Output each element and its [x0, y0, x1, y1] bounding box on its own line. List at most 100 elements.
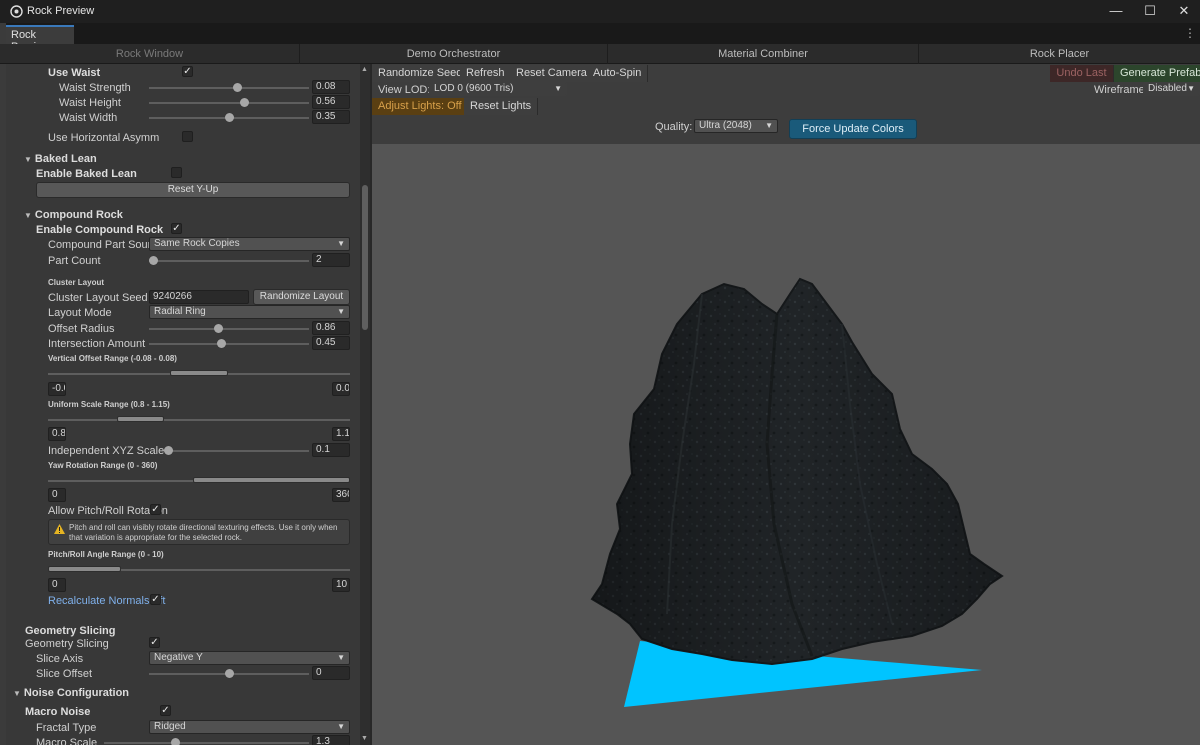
scrollbar-thumb[interactable] — [362, 185, 368, 330]
chevron-down-icon: ▼ — [337, 722, 345, 731]
slice-axis-dropdown[interactable]: Negative Y ▼ — [149, 651, 350, 665]
yaw-range-max-field[interactable]: 360 — [332, 488, 350, 502]
independent-xyz-field[interactable]: 0.1 — [312, 443, 350, 457]
offset-radius-field[interactable]: 0.86 — [312, 321, 350, 335]
reset-camera-button[interactable]: Reset Camera — [510, 65, 594, 82]
settings-panel: Use Waist ✓ Waist Strength 0.08 Waist He… — [6, 64, 370, 745]
chevron-down-icon: ▼ — [1187, 84, 1195, 93]
enable-compound-checkbox[interactable]: ✓ — [171, 223, 182, 234]
baked-lean-header[interactable]: ▼ Baked Lean — [24, 153, 97, 165]
slice-offset-field[interactable]: 0 — [312, 666, 350, 680]
waist-strength-knob[interactable] — [233, 83, 242, 92]
yaw-range-handle[interactable] — [193, 477, 350, 483]
use-waist-checkbox[interactable]: ✓ — [182, 66, 193, 77]
generate-prefab-button[interactable]: Generate Prefab — [1114, 65, 1200, 82]
uniform-range-handle[interactable] — [117, 416, 164, 422]
pitch-help-text: Pitch and roll can visibly rotate direct… — [69, 523, 338, 542]
macro-noise-checkbox[interactable]: ✓ — [160, 705, 171, 716]
use-waist-label: Use Waist — [48, 67, 101, 79]
vertical-range-max-field[interactable]: 0.08 — [332, 382, 350, 396]
recalc-normals-label: Recalculate Normals Aft — [48, 595, 166, 607]
tab-rock-placer[interactable]: Rock Placer — [919, 44, 1200, 64]
allow-pitch-checkbox[interactable]: ✓ — [150, 504, 161, 515]
vertical-range-handle[interactable] — [170, 370, 228, 376]
uniform-range-min-field[interactable]: 0.8 — [48, 427, 66, 441]
noise-config-header[interactable]: ▼ Noise Configuration — [13, 687, 129, 699]
waist-height-label: Waist Height — [59, 97, 121, 109]
macro-scale-field[interactable]: 1.3 — [312, 735, 350, 745]
offset-radius-knob[interactable] — [214, 324, 223, 333]
tab-menu-icon[interactable]: ⋮ — [1184, 26, 1196, 40]
waist-strength-field[interactable]: 0.08 — [312, 80, 350, 94]
compound-source-dropdown[interactable]: Same Rock Copies ▼ — [149, 237, 350, 251]
part-count-knob[interactable] — [149, 256, 158, 265]
yaw-range-min-field[interactable]: 0 — [48, 488, 66, 502]
offset-radius-track — [149, 328, 309, 330]
pitch-range-min-field[interactable]: 0 — [48, 578, 66, 592]
title-bar: Rock Preview — ☐ ✕ — [0, 0, 1200, 23]
chevron-down-icon: ▼ — [337, 653, 345, 662]
tab-rock-window[interactable]: Rock Window — [0, 44, 300, 64]
geometry-slicing-checkbox[interactable]: ✓ — [149, 637, 160, 648]
slice-offset-knob[interactable] — [225, 669, 234, 678]
quality-label: Quality: — [655, 121, 693, 133]
force-update-colors-button[interactable]: Force Update Colors — [789, 119, 917, 139]
enable-baked-lean-label: Enable Baked Lean — [36, 168, 137, 180]
maximize-button[interactable]: ☐ — [1132, 0, 1168, 23]
layout-mode-label: Layout Mode — [48, 307, 112, 319]
fractal-type-dropdown[interactable]: Ridged ▼ — [149, 720, 350, 734]
chevron-down-icon: ▼ — [337, 239, 345, 248]
waist-width-knob[interactable] — [225, 113, 234, 122]
cluster-layout-label: Cluster Layout — [48, 278, 105, 287]
fractal-type-label: Fractal Type — [36, 722, 97, 734]
compound-rock-header[interactable]: ▼ Compound Rock — [24, 209, 123, 221]
view-lod-dropdown[interactable]: LOD 0 (9600 Tris) ▼ — [429, 82, 567, 96]
uniform-range-track — [48, 419, 350, 421]
panel-scrollbar[interactable]: ▲ ▼ — [360, 64, 370, 745]
geometry-slicing-label: Geometry Slicing — [25, 638, 109, 650]
tab-rock-preview[interactable]: Rock Preview — [6, 25, 74, 53]
minimize-button[interactable]: — — [1098, 0, 1134, 23]
macro-noise-label: Macro Noise — [25, 706, 91, 718]
waist-strength-track — [149, 87, 309, 89]
preview-viewport[interactable] — [372, 144, 1200, 745]
adjust-lights-button[interactable]: Adjust Lights: Off — [372, 98, 469, 115]
recalc-normals-checkbox[interactable]: ✓ — [150, 594, 161, 605]
waist-width-field[interactable]: 0.35 — [312, 110, 350, 124]
enable-baked-lean-checkbox[interactable] — [171, 167, 182, 178]
cluster-seed-field[interactable]: 9240266 — [149, 290, 249, 304]
independent-xyz-knob[interactable] — [164, 446, 173, 455]
uniform-range-max-field[interactable]: 1.15 — [332, 427, 350, 441]
auto-spin-button[interactable]: Auto-Spin — [587, 65, 649, 82]
waist-strength-label: Waist Strength — [59, 82, 131, 94]
waist-height-field[interactable]: 0.56 — [312, 95, 350, 109]
scroll-down-icon[interactable]: ▼ — [361, 735, 368, 742]
part-count-field[interactable]: 2 — [312, 253, 350, 267]
reset-lights-button[interactable]: Reset Lights — [464, 98, 539, 115]
tab-demo-orchestrator[interactable]: Demo Orchestrator — [300, 44, 608, 64]
pitch-range-handle[interactable] — [48, 566, 121, 572]
pitch-range-max-field[interactable]: 10 — [332, 578, 350, 592]
undo-last-button[interactable]: Undo Last — [1050, 65, 1114, 82]
wireframe-dropdown[interactable]: Disabled ▼ — [1143, 82, 1200, 96]
window-title: Rock Preview — [27, 5, 95, 17]
foldout-arrow-icon: ▼ — [24, 155, 32, 164]
close-button[interactable]: ✕ — [1166, 0, 1200, 23]
randomize-seed-button[interactable]: Randomize Seed — [372, 65, 470, 82]
tab-material-combiner[interactable]: Material Combiner — [608, 44, 919, 64]
quality-dropdown[interactable]: Ultra (2048) ▼ — [694, 119, 778, 133]
macro-scale-knob[interactable] — [171, 738, 180, 745]
enable-compound-label: Enable Compound Rock — [36, 224, 164, 236]
vertical-range-min-field[interactable]: -0.0 — [48, 382, 66, 396]
layout-mode-dropdown[interactable]: Radial Ring ▼ — [149, 305, 350, 319]
refresh-button[interactable]: Refresh — [460, 65, 512, 82]
chevron-down-icon: ▼ — [765, 121, 773, 130]
use-horizontal-checkbox[interactable] — [182, 131, 193, 142]
waist-height-knob[interactable] — [240, 98, 249, 107]
reset-y-up-button[interactable]: Reset Y-Up — [36, 182, 350, 198]
intersection-knob[interactable] — [217, 339, 226, 348]
scroll-up-icon[interactable]: ▲ — [361, 66, 368, 73]
use-horizontal-label: Use Horizontal Asymm — [48, 132, 160, 144]
intersection-field[interactable]: 0.45 — [312, 336, 350, 350]
randomize-layout-button[interactable]: Randomize Layout — [253, 289, 350, 305]
